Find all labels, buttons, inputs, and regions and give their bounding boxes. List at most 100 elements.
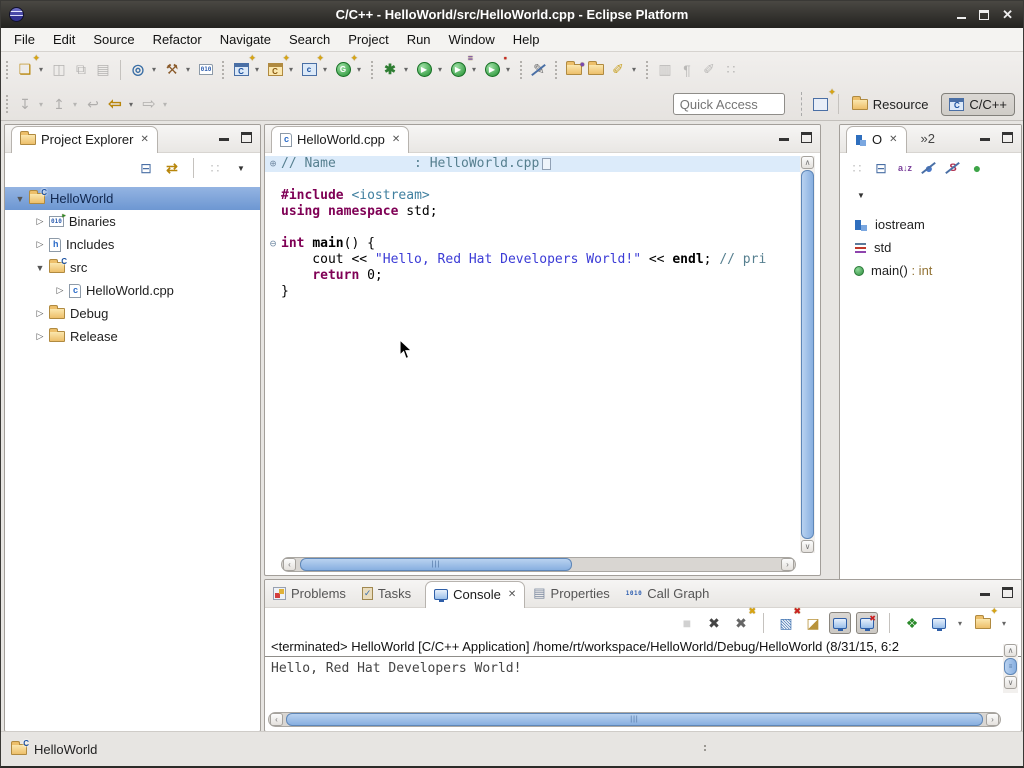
new-source-file-dropdown-icon[interactable]: ▾ [320,65,330,74]
new-wizard-dropdown-icon[interactable]: ▾ [36,65,46,74]
menu-edit[interactable]: Edit [44,29,84,50]
close-icon[interactable]: ✕ [392,134,400,145]
expander-closed-icon[interactable]: ▷ [31,239,49,250]
focus-icon[interactable]: ∷ [846,157,868,179]
external-tools-icon[interactable]: ▶ [481,59,503,81]
scroll-down-icon[interactable]: ∨ [1004,676,1017,689]
scroll-thumb[interactable]: ||| [286,713,983,726]
view-menu-icon[interactable]: ▼ [230,157,252,179]
forward-dropdown-icon[interactable]: ▾ [160,100,170,109]
tab-problems[interactable]: Problems [265,581,354,607]
next-annotation-icon[interactable]: ↧ [14,93,36,115]
focus-icon[interactable]: ∷ [204,157,226,179]
maximize-icon[interactable] [801,132,812,143]
save-all-icon[interactable]: ⧉ [70,59,92,81]
build-dropdown-icon[interactable]: ▾ [183,65,193,74]
outline-item-std[interactable]: std [840,236,1021,259]
console-output[interactable]: Hello, Red Hat Developers World! [265,657,1021,704]
external-tools-dropdown-icon[interactable]: ▾ [503,65,513,74]
minimize-icon[interactable] [779,134,789,141]
show-selected-element-icon[interactable]: ▥ [654,59,676,81]
debug-dropdown-icon[interactable]: ▾ [401,65,411,74]
menu-search[interactable]: Search [280,29,339,50]
open-perspective-icon[interactable] [810,93,832,115]
tab-project-explorer[interactable]: Project Explorer ✕ [11,126,158,153]
profile-dropdown-icon[interactable]: ▾ [469,65,479,74]
console-hscrollbar[interactable]: ‹ ||| › [268,712,1001,727]
display-selected-console-icon[interactable] [928,612,950,634]
menu-project[interactable]: Project [339,29,397,50]
sort-icon[interactable]: a↓z [894,157,916,179]
last-edit-location-icon[interactable]: ↩ [82,93,104,115]
console-vscrollbar[interactable]: ∧ ≡ ∨ [1003,644,1018,693]
editor-vscrollbar[interactable]: ∧ ∨ [800,156,815,553]
remove-all-terminated-icon[interactable]: ✖ [730,612,752,634]
minimize-icon[interactable] [219,134,229,141]
window-close-icon[interactable]: ✕ [1002,8,1013,21]
display-console-dropdown-icon[interactable]: ▾ [955,619,965,628]
print-icon[interactable]: ▤ [92,59,114,81]
menu-help[interactable]: Help [504,29,549,50]
run-icon[interactable]: ▶ [413,59,435,81]
code-editor[interactable]: ⊕// Name : HelloWorld.cpp#include <iostr… [265,153,800,555]
tab-call-graph[interactable]: 1010 Call Graph [618,581,718,607]
scroll-lock-icon[interactable]: ◪ [802,612,824,634]
tree-item-release[interactable]: ▷ Release [5,325,260,348]
tab-properties[interactable]: ▤ Properties [525,580,618,607]
view-menu-icon[interactable]: ▼ [850,184,872,206]
scroll-thumb[interactable]: ≡ [1004,658,1017,675]
clear-console-icon[interactable]: ▧ [775,612,797,634]
expander-closed-icon[interactable]: ▷ [31,216,49,227]
tree-item-debug[interactable]: ▷ Debug [5,302,260,325]
tree-item-includes[interactable]: ▷ Includes [5,233,260,256]
build-icon[interactable]: ⚒ [161,59,183,81]
expander-closed-icon[interactable]: ▷ [51,285,69,296]
quick-access-input[interactable] [673,93,785,115]
stacked-views-indicator[interactable]: »2 [921,131,935,146]
tab-outline[interactable]: O ✕ [846,126,907,153]
toggle-mark-occurrences-icon[interactable]: ✎ [528,59,550,81]
tab-helloworld-cpp[interactable]: HelloWorld.cpp ✕ [271,126,409,153]
hide-fields-icon[interactable]: ● [918,157,940,179]
search-dropdown-icon[interactable]: ▾ [629,65,639,74]
save-icon[interactable]: ◫ [48,59,70,81]
content-assist-icon[interactable]: ∷ [720,59,742,81]
show-whitespace-icon[interactable]: ¶ [676,59,698,81]
tab-console[interactable]: Console ✕ [425,581,525,608]
menu-refactor[interactable]: Refactor [144,29,211,50]
close-icon[interactable]: ✕ [140,134,148,145]
launch-config-icon[interactable]: ◎ [127,59,149,81]
close-icon[interactable]: ✕ [889,134,897,145]
collapse-all-icon[interactable]: ⊟ [135,157,157,179]
open-console-icon[interactable] [972,612,994,634]
minimize-icon[interactable] [980,589,990,596]
expander-closed-icon[interactable]: ▷ [31,331,49,342]
close-icon[interactable]: ✕ [508,589,516,600]
scroll-up-icon[interactable]: ∧ [1004,644,1017,657]
previous-annotation-dropdown-icon[interactable]: ▾ [70,100,80,109]
expander-open-icon[interactable]: ▼ [11,194,29,204]
menu-window[interactable]: Window [440,29,504,50]
maximize-icon[interactable] [1002,587,1013,598]
tree-item-helloworld[interactable]: ▼ HelloWorld [5,187,260,210]
window-maximize-icon[interactable] [979,10,989,20]
sash-grip[interactable] [704,745,706,747]
scroll-right-icon[interactable]: › [986,713,999,726]
search-icon[interactable]: ✐ [607,59,629,81]
scroll-up-icon[interactable]: ∧ [801,156,814,169]
show-console-stderr-toggle[interactable] [856,612,878,634]
new-source-file-icon[interactable]: c [298,59,320,81]
run-dropdown-icon[interactable]: ▾ [435,65,445,74]
perspective-resource-button[interactable]: Resource [845,94,936,115]
format-icon[interactable]: ✐ [698,59,720,81]
link-with-editor-icon[interactable]: ⇄ [161,157,183,179]
launch-config-dropdown-icon[interactable]: ▾ [149,65,159,74]
outline-item-iostream[interactable]: iostream [840,213,1021,236]
new-c-project-icon[interactable]: C [230,59,252,81]
tree-item-src[interactable]: ▼ src [5,256,260,279]
menu-run[interactable]: Run [398,29,440,50]
scroll-thumb[interactable]: ||| [300,558,572,571]
scroll-left-icon[interactable]: ‹ [270,713,283,726]
new-class-icon[interactable]: G [332,59,354,81]
back-icon[interactable]: ⇦ [104,93,126,115]
